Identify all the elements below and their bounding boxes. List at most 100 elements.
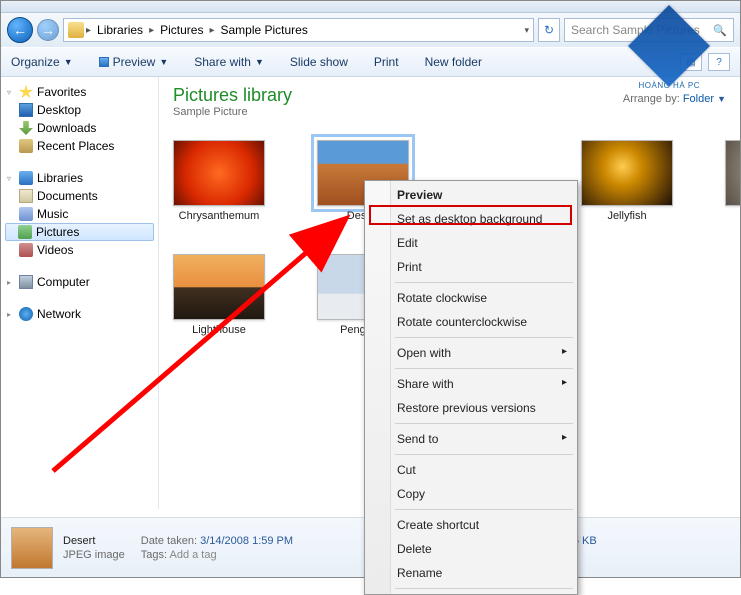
details-thumbnail bbox=[11, 527, 53, 569]
context-menu-delete[interactable]: Delete bbox=[367, 537, 575, 561]
library-icon bbox=[68, 22, 84, 38]
collapse-icon: ▸ bbox=[7, 278, 15, 287]
search-icon: 🔍 bbox=[713, 24, 727, 37]
context-menu-edit[interactable]: Edit bbox=[367, 231, 575, 255]
file-item-lighthouse[interactable]: Lighthouse bbox=[173, 254, 265, 336]
context-menu-cut[interactable]: Cut bbox=[367, 458, 575, 482]
print-button[interactable]: Print bbox=[374, 55, 399, 69]
arrange-by-value[interactable]: Folder bbox=[683, 93, 714, 105]
thumbnail bbox=[173, 140, 265, 206]
pictures-icon bbox=[18, 225, 32, 239]
toolbar-right-controls: ▤ ? bbox=[680, 53, 730, 71]
menu-separator bbox=[395, 337, 573, 338]
chevron-down-icon: ▼ bbox=[159, 57, 168, 67]
breadcrumb-pictures[interactable]: Pictures bbox=[156, 23, 207, 37]
sidebar-item-pictures[interactable]: Pictures bbox=[5, 223, 154, 241]
sidebar-header-favorites[interactable]: ▿Favorites bbox=[1, 83, 158, 101]
context-menu-share-with[interactable]: Share with ▸ bbox=[367, 372, 575, 396]
submenu-arrow-icon: ▸ bbox=[562, 377, 567, 388]
recent-icon bbox=[19, 139, 33, 153]
sidebar-header-libraries[interactable]: ▿ Libraries bbox=[1, 169, 158, 187]
chevron-down-icon[interactable]: ▾ bbox=[524, 25, 529, 36]
refresh-icon: ↻ bbox=[544, 23, 554, 37]
libraries-label: Libraries bbox=[37, 171, 83, 185]
context-menu-rotate-clockwise[interactable]: Rotate clockwise bbox=[367, 286, 575, 310]
view-options-button[interactable]: ▤ bbox=[680, 53, 702, 71]
breadcrumb-libraries[interactable]: Libraries bbox=[93, 23, 147, 37]
submenu-arrow-icon: ▸ bbox=[562, 432, 567, 443]
chevron-down-icon[interactable]: ▼ bbox=[717, 94, 726, 104]
downloads-icon bbox=[19, 121, 33, 135]
search-input[interactable]: Sample Pictures 🔍 bbox=[564, 18, 734, 42]
computer-icon bbox=[19, 275, 33, 289]
sidebar-item-documents[interactable]: Documents bbox=[1, 187, 158, 205]
share-with-label: Share with bbox=[194, 55, 251, 69]
breadcrumb[interactable]: ▸ Libraries ▸ Pictures ▸ Sample Pictures… bbox=[63, 18, 534, 42]
chevron-right-icon: ▸ bbox=[209, 25, 214, 36]
context-menu-rotate-counterclockwise[interactable]: Rotate counterclockwise bbox=[367, 310, 575, 334]
details-tags-value[interactable]: Add a tag bbox=[170, 549, 217, 561]
context-menu-open-with[interactable]: Open with ▸ bbox=[367, 341, 575, 365]
chevron-down-icon: ▼ bbox=[255, 57, 264, 67]
slideshow-button[interactable]: Slide show bbox=[290, 55, 348, 69]
context-menu-restore-versions[interactable]: Restore previous versions bbox=[367, 396, 575, 420]
back-button[interactable]: ← bbox=[7, 17, 33, 43]
chevron-right-icon: ▸ bbox=[149, 25, 154, 36]
chevron-right-icon: ▸ bbox=[86, 25, 91, 36]
context-menu-print[interactable]: Print bbox=[367, 255, 575, 279]
menu-separator bbox=[395, 368, 573, 369]
menu-separator bbox=[395, 423, 573, 424]
file-item-chrysanthemum[interactable]: Chrysanthemum bbox=[173, 140, 265, 222]
preview-button[interactable]: Preview▼ bbox=[99, 55, 169, 69]
forward-button[interactable]: → bbox=[37, 19, 59, 41]
navigation-sidebar: ▿Favorites Desktop Downloads Recent Plac… bbox=[1, 77, 159, 509]
context-menu-set-desktop-background[interactable]: Set as desktop background bbox=[367, 207, 575, 231]
breadcrumb-sample-pictures[interactable]: Sample Pictures bbox=[216, 23, 311, 37]
sidebar-item-recent-places[interactable]: Recent Places bbox=[1, 137, 158, 155]
context-menu-preview[interactable]: Preview bbox=[367, 183, 575, 207]
details-filename: Desert bbox=[63, 535, 125, 547]
menu-label: Open with bbox=[397, 346, 451, 360]
sidebar-item-label: Pictures bbox=[36, 225, 79, 239]
thumbnail bbox=[581, 140, 673, 206]
organize-button[interactable]: Organize▼ bbox=[11, 55, 73, 69]
collapse-icon: ▸ bbox=[7, 310, 15, 319]
sidebar-item-music[interactable]: Music bbox=[1, 205, 158, 223]
toolbar: Organize▼ Preview▼ Share with▼ Slide sho… bbox=[1, 47, 740, 77]
context-menu-create-shortcut[interactable]: Create shortcut bbox=[367, 513, 575, 537]
sidebar-item-label: Desktop bbox=[37, 103, 81, 117]
sidebar-item-label: Downloads bbox=[37, 121, 96, 135]
preview-icon bbox=[99, 57, 109, 67]
context-menu-send-to[interactable]: Send to▸ bbox=[367, 427, 575, 451]
help-button[interactable]: ? bbox=[708, 53, 730, 71]
menu-separator bbox=[395, 282, 573, 283]
new-folder-button[interactable]: New folder bbox=[425, 55, 482, 69]
details-date-value[interactable]: 3/14/2008 1:59 PM bbox=[200, 535, 293, 547]
share-with-button[interactable]: Share with ▼ bbox=[194, 55, 264, 69]
context-menu-copy[interactable]: Copy bbox=[367, 482, 575, 506]
sidebar-item-desktop[interactable]: Desktop bbox=[1, 101, 158, 119]
submenu-arrow-icon: ▸ bbox=[562, 346, 567, 357]
arrange-by-label: Arrange by: bbox=[623, 93, 680, 105]
collapse-icon: ▿ bbox=[7, 174, 15, 183]
preview-label: Preview bbox=[113, 55, 156, 69]
context-menu: Preview Set as desktop background Edit P… bbox=[364, 180, 578, 595]
sidebar-item-label: Videos bbox=[37, 243, 73, 257]
file-item-jellyfish[interactable]: Jellyfish bbox=[581, 140, 673, 222]
favorites-label: Favorites bbox=[37, 85, 86, 99]
context-menu-rename[interactable]: Rename bbox=[367, 561, 575, 585]
music-icon bbox=[19, 207, 33, 221]
thumbnail bbox=[725, 140, 740, 206]
sidebar-item-network[interactable]: ▸ Network bbox=[1, 305, 158, 323]
refresh-button[interactable]: ↻ bbox=[538, 18, 560, 42]
sidebar-item-computer[interactable]: ▸Computer bbox=[1, 273, 158, 291]
chevron-down-icon: ▼ bbox=[64, 57, 73, 67]
sidebar-item-videos[interactable]: Videos bbox=[1, 241, 158, 259]
file-item-koala[interactable]: Koala bbox=[725, 140, 740, 222]
search-placeholder: Sample Pictures bbox=[571, 23, 700, 37]
sidebar-item-downloads[interactable]: Downloads bbox=[1, 119, 158, 137]
menu-separator bbox=[395, 588, 573, 589]
details-filetype: JPEG image bbox=[63, 549, 125, 561]
sidebar-item-label: Network bbox=[37, 307, 81, 321]
menu-label: Share with bbox=[397, 377, 454, 391]
